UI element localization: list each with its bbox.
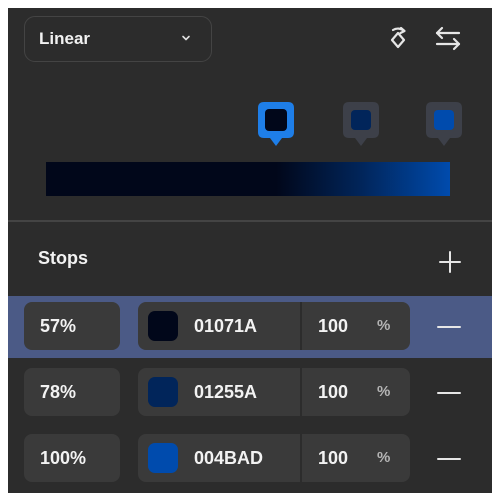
gradient-bar[interactable] — [46, 162, 450, 196]
stop-row[interactable]: 100% 004BAD 100 % — [8, 428, 492, 490]
stop-position-input[interactable]: 100% — [24, 434, 120, 482]
stop-position-input[interactable]: 57% — [24, 302, 120, 350]
stop-opacity-value[interactable]: 100 — [318, 434, 348, 482]
stops-heading: Stops — [38, 248, 89, 268]
stop-row[interactable]: 57% 01071A 100 % — [8, 296, 492, 358]
field-separator — [300, 368, 302, 416]
stop-hex-value[interactable]: 004BAD — [194, 434, 263, 482]
stop-color-input[interactable]: 01071A 100 % — [138, 302, 410, 350]
minus-icon[interactable] — [434, 378, 464, 408]
stop-position-input[interactable]: 78% — [24, 368, 120, 416]
gradient-stop-marker[interactable] — [422, 98, 466, 154]
field-separator — [300, 434, 302, 482]
minus-icon[interactable] — [434, 444, 464, 474]
stop-row[interactable]: 78% 01255A 100 % — [8, 362, 492, 424]
gradient-stop-marker[interactable] — [339, 98, 383, 154]
stop-opacity-value[interactable]: 100 — [318, 302, 348, 350]
stop-hex-value[interactable]: 01071A — [194, 302, 257, 350]
percent-symbol: % — [377, 317, 391, 334]
rotate-icon[interactable] — [382, 22, 414, 54]
gradient-type-label: Linear — [39, 29, 91, 48]
percent-symbol: % — [377, 449, 391, 466]
gradient-preview — [8, 92, 492, 222]
stop-hex-value[interactable]: 01255A — [194, 368, 257, 416]
field-separator — [300, 302, 302, 350]
minus-icon[interactable] — [434, 312, 464, 342]
gradient-editor-panel: Linear Stops 57% 01071A 100 % 78% 01255A… — [8, 8, 492, 493]
color-swatch[interactable] — [148, 311, 178, 341]
plus-icon[interactable] — [436, 248, 464, 276]
percent-symbol: % — [377, 383, 391, 400]
swap-arrows-icon[interactable] — [432, 22, 464, 54]
color-swatch[interactable] — [148, 377, 178, 407]
stop-opacity-value[interactable]: 100 — [318, 368, 348, 416]
color-swatch[interactable] — [148, 443, 178, 473]
stop-color-input[interactable]: 004BAD 100 % — [138, 434, 410, 482]
gradient-stop-marker[interactable] — [254, 98, 298, 154]
section-divider — [8, 220, 492, 222]
chevron-down-icon — [182, 35, 190, 41]
stop-color-input[interactable]: 01255A 100 % — [138, 368, 410, 416]
gradient-type-select[interactable]: Linear — [24, 16, 212, 62]
